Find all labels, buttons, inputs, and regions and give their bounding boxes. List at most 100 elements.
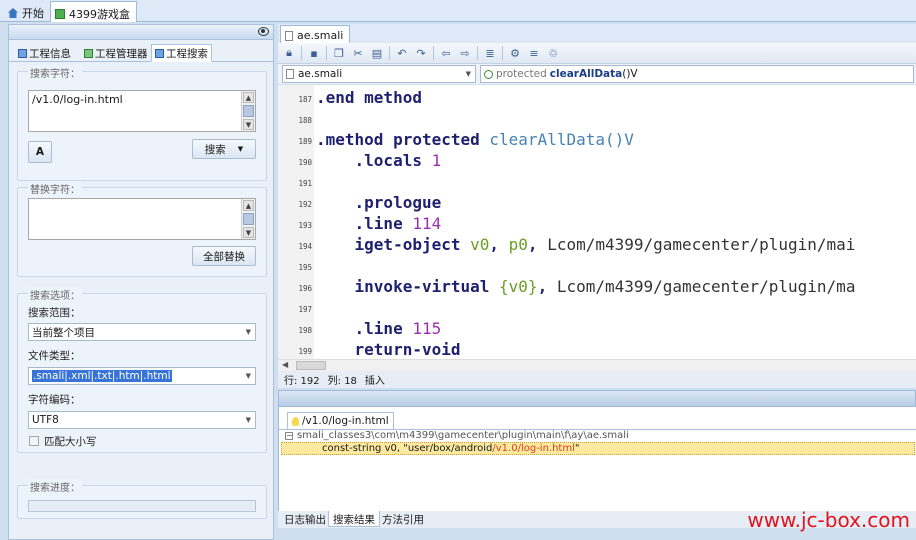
- line-number: 193: [298, 221, 312, 230]
- align-icon[interactable]: ≡: [527, 46, 541, 60]
- hscroll-thumb[interactable]: [296, 361, 326, 370]
- result-file-row[interactable]: − smali_classes3\com\m4399\gamecenter\pl…: [285, 430, 629, 441]
- encoding-value: UTF8: [32, 414, 59, 426]
- replace-all-button[interactable]: 全部替换: [192, 246, 256, 266]
- status-row: 行: 192: [284, 376, 320, 387]
- progress-group: 搜索进度：: [17, 479, 267, 519]
- scroll-thumb[interactable]: [243, 213, 254, 225]
- tab-project-info[interactable]: 工程信息: [15, 44, 74, 62]
- result-tab-label: /v1.0/log-in.html: [302, 415, 389, 427]
- line-number: 187: [298, 95, 312, 104]
- tab-search-results[interactable]: 搜索结果: [328, 511, 380, 527]
- method-select[interactable]: protected clearAllData ()V: [480, 65, 914, 83]
- status-mode: 插入: [364, 376, 385, 387]
- eye-icon[interactable]: [258, 27, 269, 36]
- game-box-icon: [55, 8, 65, 19]
- editor-tab-bar: ae.smali: [278, 24, 916, 43]
- options-group-label: 搜索选项：: [28, 287, 82, 302]
- redo-icon[interactable]: ↷: [414, 46, 428, 60]
- navigation-combos: ae.smali ▼ protected clearAllData ()V: [278, 64, 916, 84]
- toolbar-separator: [326, 46, 327, 60]
- scroll-thumb[interactable]: [243, 105, 254, 117]
- info-icon: [18, 48, 27, 58]
- line-number: 199: [298, 347, 312, 356]
- lock-icon[interactable]: 🔒︎: [282, 46, 296, 60]
- code-editor[interactable]: 187 188 189 190 191 192 193 194 195 196 197 198 199 …: [278, 85, 916, 359]
- filetype-select[interactable]: .smali|.xml|.txt|.htm|.html ▼: [28, 367, 256, 385]
- tab-project-info-label: 工程信息: [29, 47, 71, 60]
- top-tab-strip: 开始 4399游戏盒: [0, 0, 916, 22]
- paste-icon[interactable]: ▤: [370, 46, 384, 60]
- filetype-value: .smali|.xml|.txt|.htm|.html: [32, 370, 172, 382]
- line-number-gutter: 187 188 189 190 191 192 193 194 195 196 197 198 199: [278, 85, 314, 359]
- undo-icon[interactable]: ↶: [395, 46, 409, 60]
- tab-start-label: 开始: [22, 7, 44, 20]
- search-input-scrollbar[interactable]: ▲ ▼: [241, 91, 255, 131]
- scroll-up-icon[interactable]: ▲: [243, 200, 254, 211]
- scope-select[interactable]: 当前整个项目 ▼: [28, 323, 256, 341]
- match-case-label: 匹配大小写: [44, 436, 97, 448]
- copy-icon[interactable]: ❐: [332, 46, 346, 60]
- tab-start[interactable]: 开始: [4, 1, 50, 22]
- search-tab-icon: [155, 48, 164, 58]
- collapse-icon[interactable]: −: [285, 431, 293, 440]
- match-case-checkbox[interactable]: [29, 436, 39, 446]
- scroll-down-icon[interactable]: ▼: [243, 227, 254, 238]
- file-icon: [286, 69, 294, 79]
- search-dropdown-icon[interactable]: ▼: [238, 145, 243, 153]
- run-icon[interactable]: ♲: [546, 46, 560, 60]
- code-line: .locals 1: [316, 151, 442, 170]
- scroll-down-icon[interactable]: ▼: [243, 119, 254, 130]
- line-number: 191: [298, 179, 312, 188]
- match-prefix: const-string v0, "user/box/android: [322, 443, 493, 454]
- result-match-row[interactable]: const-string v0, "user/box/android/v1.0/…: [281, 442, 915, 455]
- left-panel-tabs: 工程信息 工程管理器 工程搜索: [9, 44, 273, 62]
- result-tab[interactable]: /v1.0/log-in.html: [287, 412, 394, 429]
- search-button[interactable]: 搜索 ▼: [192, 139, 256, 159]
- match-hit: /v1.0/log-in.html: [492, 443, 575, 454]
- back-icon[interactable]: ⇦: [439, 46, 453, 60]
- tab-log-output[interactable]: 日志输出: [280, 511, 330, 527]
- scroll-left-icon[interactable]: ◀: [282, 360, 288, 369]
- line-number: 192: [298, 200, 312, 209]
- replace-input[interactable]: ▲ ▼: [28, 198, 256, 240]
- chevron-down-icon: ▼: [245, 372, 251, 380]
- replace-input-scrollbar[interactable]: ▲ ▼: [241, 199, 255, 239]
- method-signature: ()V: [622, 68, 638, 80]
- tab-project-search-label: 工程搜索: [166, 47, 208, 60]
- status-col: 列: 18: [327, 376, 357, 387]
- editor-hscrollbar[interactable]: ◀: [278, 359, 916, 371]
- chevron-down-icon: ▼: [245, 328, 251, 336]
- tab-method-refs[interactable]: 方法引用: [378, 511, 428, 527]
- result-file-path: smali_classes3\com\m4399\gamecenter\plug…: [297, 430, 629, 441]
- tab-ae-smali[interactable]: ae.smali: [280, 25, 351, 43]
- line-number: 189: [298, 137, 312, 146]
- case-toggle-button[interactable]: A: [28, 141, 52, 163]
- chevron-down-icon: ▼: [245, 416, 251, 424]
- code-line: .method protected clearAllData()V: [316, 130, 634, 149]
- method-icon: [484, 69, 493, 79]
- code-line: .end method: [316, 88, 422, 107]
- toolbar-separator: [301, 46, 302, 60]
- line-number: 198: [298, 326, 312, 335]
- save-icon[interactable]: ▪: [307, 46, 321, 60]
- code-line: return-void: [316, 340, 461, 359]
- file-select-value: ae.smali: [298, 68, 343, 80]
- tab-project-manager[interactable]: 工程管理器: [81, 44, 151, 62]
- panel-header: [9, 25, 273, 40]
- line-number: 190: [298, 158, 312, 167]
- search-input[interactable]: /v1.0/log-in.html ▲ ▼: [28, 90, 256, 132]
- search-results-panel: /v1.0/log-in.html − smali_classes3\com\m…: [278, 407, 916, 511]
- encoding-select[interactable]: UTF8 ▼: [28, 411, 256, 429]
- forward-icon[interactable]: ⇨: [458, 46, 472, 60]
- format-icon[interactable]: ≣: [483, 46, 497, 60]
- tab-project-search[interactable]: 工程搜索: [151, 44, 212, 62]
- scroll-up-icon[interactable]: ▲: [243, 92, 254, 103]
- tab-4399[interactable]: 4399游戏盒: [50, 1, 137, 22]
- compile-icon[interactable]: ⚙: [508, 46, 522, 60]
- file-select[interactable]: ae.smali ▼: [282, 65, 476, 83]
- code-line: .line 114: [316, 214, 442, 233]
- watermark: www.jc-box.com: [747, 508, 910, 532]
- cut-icon[interactable]: ✂: [351, 46, 365, 60]
- progress-label: 搜索进度：: [28, 479, 82, 494]
